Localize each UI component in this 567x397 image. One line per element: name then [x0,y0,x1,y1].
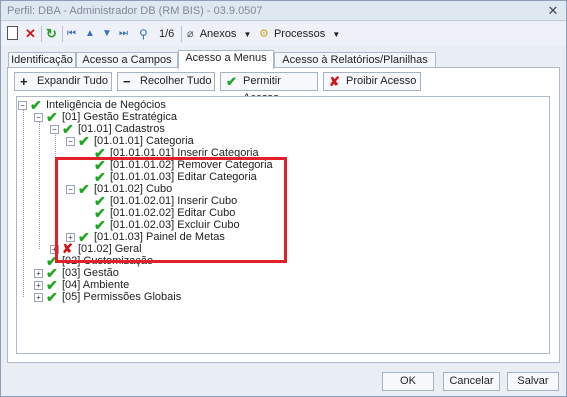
tab-strip: Identificação Acesso a Campos Acesso a M… [1,50,566,69]
expand-icon[interactable]: + [34,281,43,290]
last-record-icon[interactable]: ⏭ [119,26,128,42]
tab-acesso-relatorios[interactable]: Acesso à Relatórios/Planilhas [274,52,436,68]
ok-button[interactable]: OK [382,372,434,391]
x-icon: ✘ [329,74,340,89]
tab-acesso-menus[interactable]: Acesso a Menus [178,50,274,69]
menu-tree: − ✔ Inteligência de Negócios − ✔ [01] Ge… [16,96,550,354]
expand-all-label: Expandir Tudo [37,75,108,87]
processos-menu[interactable]: ⚙ Processos ▼ [259,26,341,42]
tab-panel: + Expandir Tudo − Recolher Tudo ✔ Permit… [7,67,560,363]
tree-node-label: [05] Permissões Globais [62,291,182,303]
plus-icon: + [20,74,28,89]
tree-connector [39,119,40,249]
toolbar: ✕ ↻ ⏮ ▲ ▼ ⏭ ⚲ 1/6 ⌀ Anexos ▼ ⚙ Processos… [1,22,566,46]
check-icon: ✔ [62,121,74,137]
binoculars-icon[interactable]: ⚲ [139,26,148,42]
expand-all-button[interactable]: + Expandir Tudo [14,72,112,91]
anexos-label: Anexos [199,28,237,40]
chevron-down-icon: ▼ [243,30,252,39]
cancel-button[interactable]: Cancelar [443,372,500,391]
delete-icon[interactable]: ✕ [25,26,36,42]
gears-icon: ⚙ [259,28,269,40]
check-icon: ✔ [30,97,42,113]
chevron-down-icon: ▼ [332,30,341,39]
expand-icon[interactable]: + [34,293,43,302]
expand-icon[interactable]: + [34,269,43,278]
new-document-icon[interactable] [7,26,18,42]
check-icon: ✔ [78,133,90,149]
title-bar: Perfil: DBA - Administrador DB (RM BIS) … [1,1,566,21]
deny-access-label: Proibir Acesso [346,75,417,87]
check-icon: ✔ [46,289,58,305]
anexos-menu[interactable]: ⌀ Anexos ▼ [187,26,253,42]
toolbar-separator [181,26,182,42]
window-title: Perfil: DBA - Administrador DB (RM BIS) … [7,5,263,17]
save-button[interactable]: Salvar [507,372,559,391]
record-counter: 1/6 [159,28,175,40]
close-button[interactable]: ✕ [546,4,560,18]
previous-record-icon[interactable]: ▲ [85,26,95,42]
tab-identificacao[interactable]: Identificação [8,52,76,68]
processos-label: Processos [273,28,326,40]
check-icon: ✔ [46,109,58,125]
collapse-icon[interactable]: − [18,101,27,110]
toolbar-separator [41,26,42,42]
collapse-icon[interactable]: − [50,125,59,134]
toolbar-separator [62,26,63,42]
allow-access-button[interactable]: ✔ Permitir Acesso [220,72,318,104]
first-record-icon[interactable]: ⏮ [67,26,76,42]
profile-window: Perfil: DBA - Administrador DB (RM BIS) … [0,0,567,397]
next-record-icon[interactable]: ▼ [102,26,112,42]
minus-icon: − [123,74,131,89]
tree-connector [23,107,24,297]
refresh-icon[interactable]: ↻ [46,26,57,42]
tab-acesso-campos[interactable]: Acesso a Campos [76,52,178,68]
highlight-box [55,157,287,263]
deny-access-button[interactable]: ✘ Proibir Acesso [323,72,421,91]
collapse-all-button[interactable]: − Recolher Tudo [117,72,215,91]
check-icon: ✔ [226,74,237,89]
paperclip-icon: ⌀ [187,28,194,40]
collapse-all-label: Recolher Tudo [140,75,212,87]
collapse-icon[interactable]: − [66,137,75,146]
collapse-icon[interactable]: − [34,113,43,122]
